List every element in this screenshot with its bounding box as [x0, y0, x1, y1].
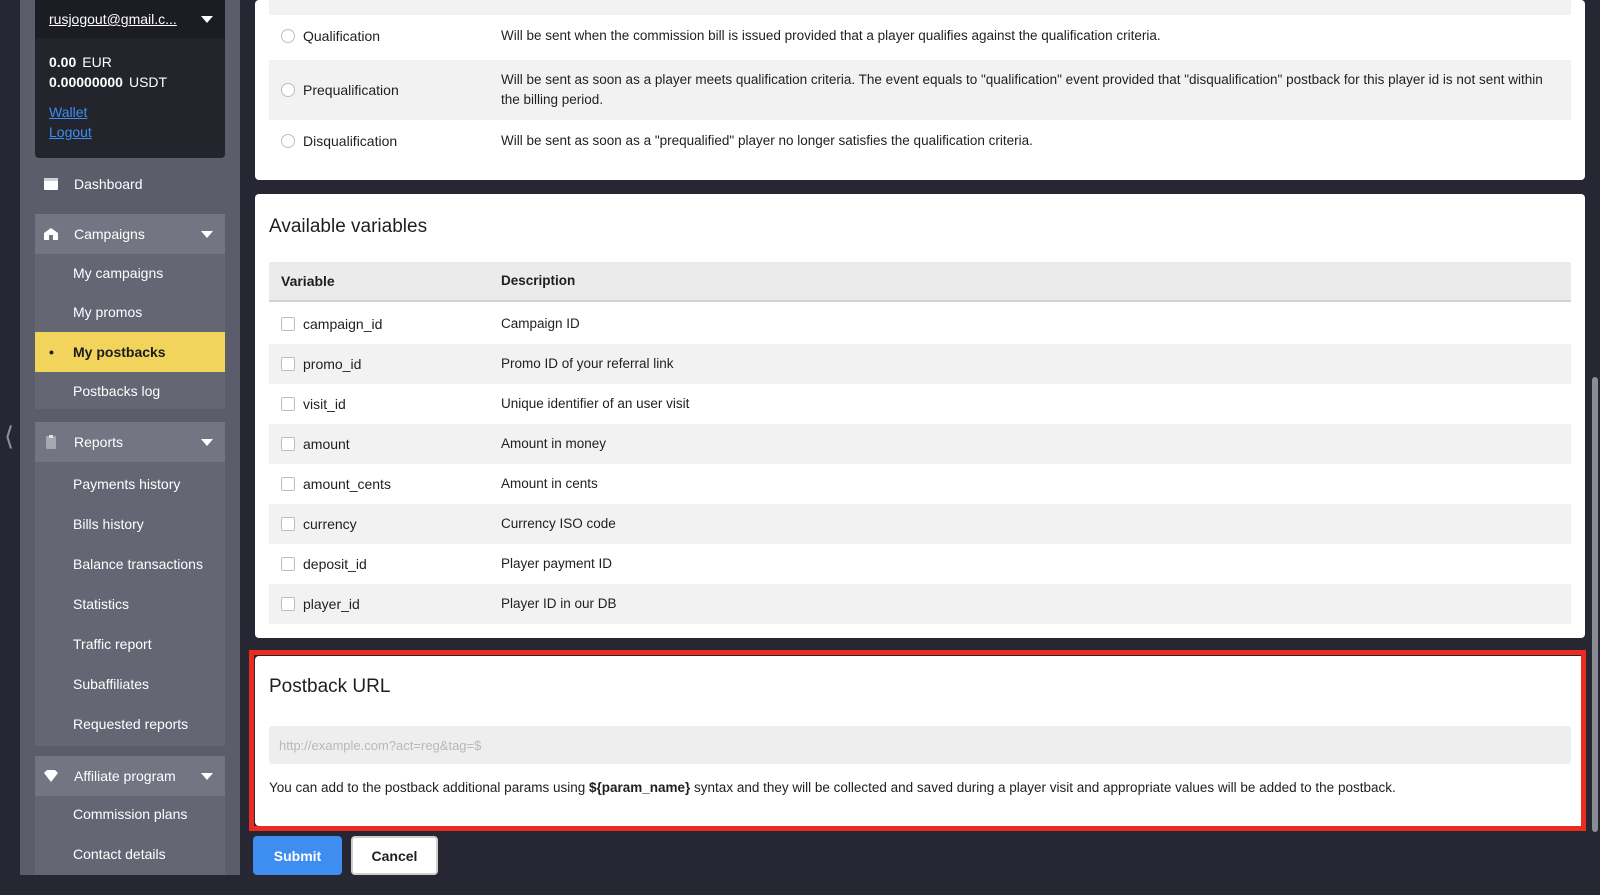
table-row: amount_cents Amount in cents	[269, 464, 1571, 504]
postback-events-card: Qualification Will be sent when the comm…	[255, 0, 1585, 180]
sidebar-item-postbacks-log[interactable]: Postbacks log	[35, 372, 225, 410]
campaign-icon	[44, 228, 58, 240]
sidebar-item-my-campaigns[interactable]: My campaigns	[35, 254, 225, 292]
logout-link[interactable]: Logout	[49, 122, 225, 142]
active-bullet-icon: •	[49, 344, 54, 360]
column-header-description: Description	[501, 273, 576, 288]
sidebar-item-balance-transactions[interactable]: Balance transactions	[35, 545, 225, 583]
user-email[interactable]: rusjogout@gmail.c...	[49, 11, 177, 27]
section-title: Available variables	[269, 216, 428, 237]
table-header: Variable Description	[269, 262, 1571, 302]
dashboard-icon	[44, 178, 58, 190]
diamond-icon	[44, 770, 58, 782]
sidebar-item-traffic-report[interactable]: Traffic report	[35, 625, 225, 663]
event-row: Qualification Will be sent when the comm…	[269, 15, 1571, 57]
table-row: campaign_id Campaign ID	[269, 304, 1571, 344]
user-panel: rusjogout@gmail.c... 0.00 EUR 0.00000000 U…	[35, 0, 225, 158]
sidebar-item-commission-plans[interactable]: Commission plans	[35, 795, 225, 833]
radio-qualification[interactable]	[281, 29, 295, 43]
table-row: visit_id Unique identifier of an user vi…	[269, 384, 1571, 424]
row-top-stub	[269, 0, 1571, 15]
postback-help-text: You can add to the postback additional p…	[269, 780, 1396, 795]
checkbox-amount-cents[interactable]	[281, 477, 295, 491]
submit-button[interactable]: Submit	[253, 836, 342, 875]
event-row: Disqualification Will be sent as soon as…	[269, 120, 1571, 162]
balance-usdt: 0.00000000 USDT	[49, 74, 168, 90]
wallet-link[interactable]: Wallet	[49, 102, 225, 122]
chevron-down-icon[interactable]	[201, 230, 213, 238]
postback-url-card: Postback URL You can add to the postback…	[255, 656, 1585, 826]
sidebar-item-dashboard[interactable]: Dashboard	[35, 164, 225, 204]
sidebar-section-campaigns[interactable]: Campaigns	[35, 214, 225, 254]
checkbox-deposit-id[interactable]	[281, 557, 295, 571]
event-row: Prequalification Will be sent as soon as…	[269, 60, 1571, 120]
checkbox-player-id[interactable]	[281, 597, 295, 611]
table-row: promo_id Promo ID of your referral link	[269, 344, 1571, 384]
sidebar-collapse-handle[interactable]: ⟨	[4, 424, 14, 450]
chevron-down-icon[interactable]	[201, 772, 213, 780]
sidebar-item-payments-history[interactable]: Payments history	[35, 465, 225, 503]
sidebar-section-affiliate-program[interactable]: Affiliate program	[35, 756, 225, 796]
sidebar-item-my-promos[interactable]: My promos	[35, 293, 225, 331]
sidebar-item-statistics[interactable]: Statistics	[35, 585, 225, 623]
balances: 0.00 EUR 0.00000000 USDT	[35, 38, 225, 92]
cancel-button[interactable]: Cancel	[351, 836, 438, 875]
table-row: player_id Player ID in our DB	[269, 584, 1571, 624]
user-menu[interactable]: rusjogout@gmail.c...	[35, 0, 225, 38]
checkbox-campaign-id[interactable]	[281, 317, 295, 331]
sidebar-item-subaffiliates[interactable]: Subaffiliates	[35, 665, 225, 703]
chevron-down-icon[interactable]	[201, 438, 213, 446]
clipboard-icon	[46, 435, 56, 449]
section-title: Postback URL	[269, 676, 391, 697]
radio-disqualification[interactable]	[281, 134, 295, 148]
sidebar-item-my-postbacks[interactable]: • My postbacks	[35, 332, 225, 372]
page-scrollbar[interactable]	[1590, 0, 1600, 895]
table-row: amount Amount in money	[269, 424, 1571, 464]
column-header-variable: Variable	[281, 273, 335, 289]
checkbox-currency[interactable]	[281, 517, 295, 531]
scrollbar-thumb[interactable]	[1592, 377, 1598, 832]
radio-prequalification[interactable]	[281, 83, 295, 97]
checkbox-promo-id[interactable]	[281, 357, 295, 371]
table-row: deposit_id Player payment ID	[269, 544, 1571, 584]
checkbox-amount[interactable]	[281, 437, 295, 451]
postback-url-input[interactable]	[269, 726, 1571, 764]
table-row: currency Currency ISO code	[269, 504, 1571, 544]
sidebar-section-reports[interactable]: Reports	[35, 422, 225, 462]
available-variables-card: Available variables Variable Description…	[255, 194, 1585, 638]
sidebar-item-requested-reports[interactable]: Requested reports	[35, 705, 225, 743]
sidebar: rusjogout@gmail.c... 0.00 EUR 0.00000000 U…	[20, 0, 240, 875]
balance-eur: 0.00 EUR	[49, 54, 112, 70]
sidebar-item-bills-history[interactable]: Bills history	[35, 505, 225, 543]
chevron-down-icon[interactable]	[201, 15, 213, 23]
checkbox-visit-id[interactable]	[281, 397, 295, 411]
sidebar-item-contact-details[interactable]: Contact details	[35, 835, 225, 873]
